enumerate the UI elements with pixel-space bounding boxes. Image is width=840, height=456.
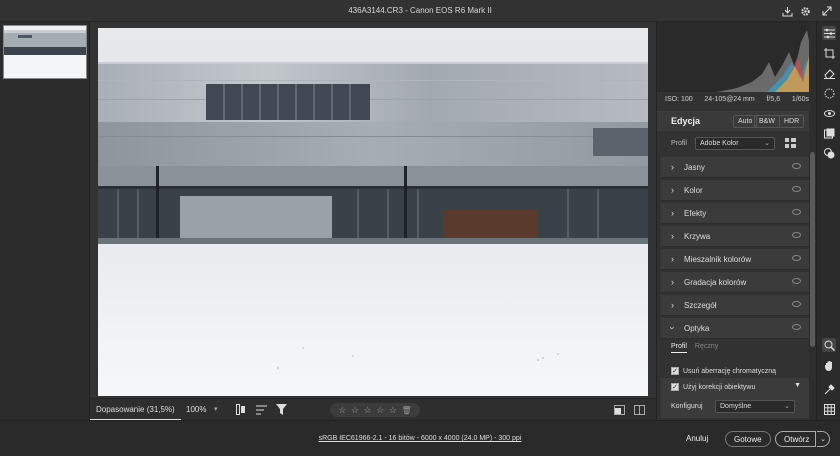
eraser-icon[interactable]: [822, 66, 836, 80]
lens-correction-row: ✓ Użyj korekcji obiektywu ▼: [661, 378, 809, 396]
section-efekty[interactable]: › Efekty: [661, 203, 809, 224]
section-optyka[interactable]: › Optyka: [661, 318, 809, 339]
bw-button[interactable]: B&W: [754, 115, 780, 128]
star-icon[interactable]: ☆: [364, 405, 372, 416]
color-sampler-icon[interactable]: [822, 382, 836, 396]
window-title: 436A3144.CR3 - Canon EOS R6 Mark II: [348, 6, 492, 15]
configure-select[interactable]: Domyślne ⌄: [715, 400, 795, 413]
hdr-button[interactable]: HDR: [779, 115, 805, 128]
filmstrip: [0, 22, 90, 420]
filmstrip-toggle-icon[interactable]: [236, 404, 246, 417]
configure-label: Konfiguruj: [671, 403, 703, 410]
checkmark-icon: ✓: [671, 367, 679, 375]
star-icon[interactable]: ☆: [338, 405, 346, 416]
expand-icon[interactable]: [820, 4, 834, 18]
mask-icon[interactable]: [822, 86, 836, 100]
hand-icon[interactable]: [822, 358, 836, 372]
star-icon[interactable]: ☆: [376, 405, 384, 416]
configure-row: Konfiguruj Domyślne ⌄: [661, 396, 809, 418]
zoom-100-button[interactable]: 100%: [186, 405, 206, 414]
profile-browser-icon[interactable]: [785, 138, 796, 150]
scrollbar-thumb[interactable]: [810, 152, 815, 347]
canvas-toolbar: Dopasowanie (31,5%) 100% ▾ ☆ ☆ ☆ ☆ ☆ 🗑: [90, 398, 656, 421]
split-view-icon[interactable]: [634, 405, 645, 417]
eye-icon[interactable]: [792, 163, 801, 169]
filter-icon[interactable]: [276, 404, 287, 417]
cancel-button[interactable]: Anuluj: [678, 431, 716, 447]
section-jasny[interactable]: › Jasny: [661, 157, 809, 178]
panel-scrollbar[interactable]: [809, 22, 816, 420]
done-button[interactable]: Gotowe: [725, 431, 771, 447]
export-icon[interactable]: [780, 4, 794, 18]
chromatic-aberration-checkbox[interactable]: ✓ Usuń aberrację chromatyczną: [671, 367, 776, 375]
chevron-right-icon: ›: [671, 277, 674, 287]
eye-icon[interactable]: [792, 186, 801, 192]
footer-bar: sRGB IEC61966-2.1 - 16 bitów - 6000 x 40…: [0, 420, 840, 456]
edit-title: Edycja: [671, 116, 701, 126]
trash-icon[interactable]: 🗑: [401, 406, 411, 415]
eye-icon[interactable]: [792, 278, 801, 284]
section-krzywa[interactable]: › Krzywa: [661, 226, 809, 247]
chevron-right-icon: ›: [671, 254, 674, 264]
grid-icon[interactable]: [822, 402, 836, 416]
filmstrip-thumbnail[interactable]: [3, 25, 87, 79]
fit-zoom-button[interactable]: Dopasowanie (31,5%): [90, 399, 181, 421]
zoom-icon[interactable]: [822, 338, 836, 352]
profile-label: Profil: [671, 140, 687, 147]
eye-icon[interactable]: [792, 301, 801, 307]
chevron-right-icon: ›: [671, 185, 674, 195]
lens-value: 24-105@24 mm: [704, 96, 755, 103]
chevron-right-icon: ›: [671, 231, 674, 241]
profile-row: Profil Adobe Kolor ⌄: [657, 135, 817, 153]
chevron-right-icon: ›: [671, 208, 674, 218]
iso-value: ISO: 100: [665, 96, 693, 103]
camera-info: ISO: 100 24-105@24 mm f/5,6 1/60s: [657, 94, 817, 108]
eye-icon[interactable]: [792, 232, 801, 238]
profile-select[interactable]: Adobe Kolor ⌄: [695, 137, 775, 150]
sort-icon[interactable]: [256, 405, 267, 417]
gear-icon[interactable]: [798, 4, 812, 18]
open-button[interactable]: Otwórz: [775, 431, 817, 447]
snapshots-icon[interactable]: [822, 146, 836, 160]
crop-icon[interactable]: [822, 46, 836, 60]
star-icon[interactable]: ☆: [389, 405, 397, 416]
histogram: [657, 22, 817, 92]
chevron-down-icon: ⌄: [784, 403, 790, 410]
section-gradacja-kolorow[interactable]: › Gradacja kolorów: [661, 272, 809, 293]
shutter-value: 1/60s: [791, 96, 809, 103]
section-kolor[interactable]: › Kolor: [661, 180, 809, 201]
optyka-tabs: Profil Ręczny: [671, 343, 718, 353]
chevron-down-icon: ›: [667, 326, 678, 330]
photo-preview[interactable]: [98, 28, 648, 396]
before-after-icon[interactable]: [614, 405, 625, 417]
edit-panel: ISO: 100 24-105@24 mm f/5,6 1/60s Edycja…: [656, 22, 817, 420]
section-mieszalnik-kolorow[interactable]: › Mieszalnik kolorów: [661, 249, 809, 270]
title-bar: 436A3144.CR3 - Canon EOS R6 Mark II: [0, 0, 840, 22]
eye-icon[interactable]: [792, 255, 801, 261]
star-icon[interactable]: ☆: [351, 405, 359, 416]
edit-header: Edycja Auto B&W HDR: [657, 111, 817, 131]
presets-icon[interactable]: [822, 126, 836, 140]
collapse-icon[interactable]: ▼: [794, 382, 801, 389]
eye-icon[interactable]: [792, 209, 801, 215]
redeye-icon[interactable]: [822, 106, 836, 120]
chevron-down-icon: ⌄: [764, 140, 770, 147]
section-szczegol[interactable]: › Szczegół: [661, 295, 809, 316]
tab-profil[interactable]: Profil: [671, 343, 687, 353]
star-rating[interactable]: ☆ ☆ ☆ ☆ ☆ 🗑: [330, 403, 420, 417]
lens-correction-checkbox[interactable]: ✓ Użyj korekcji obiektywu: [671, 383, 755, 391]
aperture-value: f/5,6: [766, 96, 781, 103]
checkmark-icon: ✓: [671, 383, 679, 391]
chevron-right-icon: ›: [671, 300, 674, 310]
image-canvas: [90, 22, 656, 398]
eye-icon[interactable]: [792, 324, 801, 330]
open-options-chevron-icon[interactable]: ⌄: [817, 431, 830, 447]
chevron-right-icon: ›: [671, 162, 674, 172]
zoom-dropdown-icon[interactable]: ▾: [214, 405, 218, 413]
edit-sliders-icon[interactable]: [822, 26, 836, 40]
tool-strip: [816, 22, 840, 420]
tab-reczny[interactable]: Ręczny: [695, 343, 718, 350]
